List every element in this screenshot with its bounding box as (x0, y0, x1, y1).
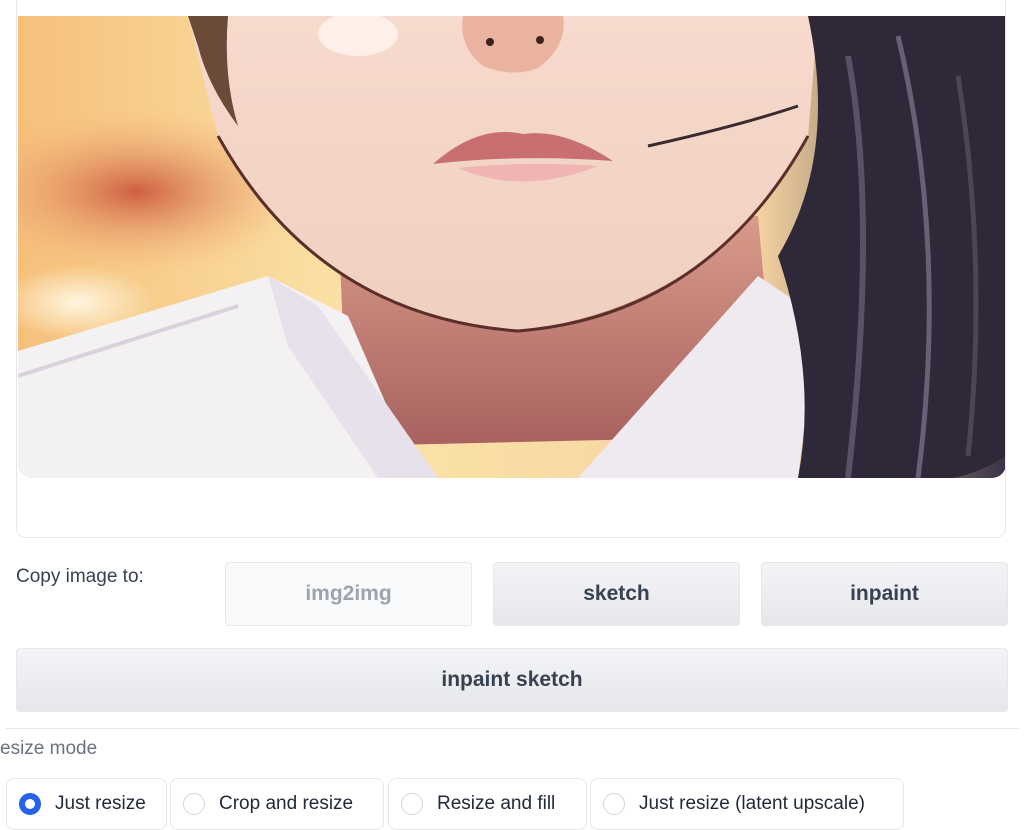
radio-unchecked-icon (401, 793, 423, 815)
image-output-panel (16, 0, 1006, 538)
copy-to-inpaint-sketch-button[interactable]: inpaint sketch (16, 648, 1008, 712)
radio-unchecked-icon (183, 793, 205, 815)
copy-to-sketch-button[interactable]: sketch (493, 562, 740, 626)
radio-unchecked-icon (603, 793, 625, 815)
anime-portrait-image (18, 16, 1005, 478)
copy-to-inpaint-button[interactable]: inpaint (761, 562, 1008, 626)
section-divider (6, 728, 1020, 729)
resize-mode-radio-group: Just resize Crop and resize Resize and f… (6, 778, 1016, 830)
radio-resize-and-fill[interactable]: Resize and fill (388, 778, 587, 830)
generated-image[interactable] (18, 16, 1005, 478)
radio-just-resize-latent-upscale[interactable]: Just resize (latent upscale) (590, 778, 904, 830)
radio-label: Resize and fill (437, 793, 556, 814)
radio-label: Crop and resize (219, 793, 354, 814)
radio-just-resize[interactable]: Just resize (6, 778, 167, 830)
resize-mode-label: esize mode (0, 738, 98, 759)
radio-crop-and-resize[interactable]: Crop and resize (170, 778, 384, 830)
radio-label: Just resize (55, 793, 146, 814)
copy-to-img2img-button[interactable]: img2img (225, 562, 472, 626)
copy-image-label: Copy image to: (16, 566, 144, 587)
radio-label: Just resize (latent upscale) (639, 793, 865, 814)
radio-checked-icon (19, 793, 41, 815)
